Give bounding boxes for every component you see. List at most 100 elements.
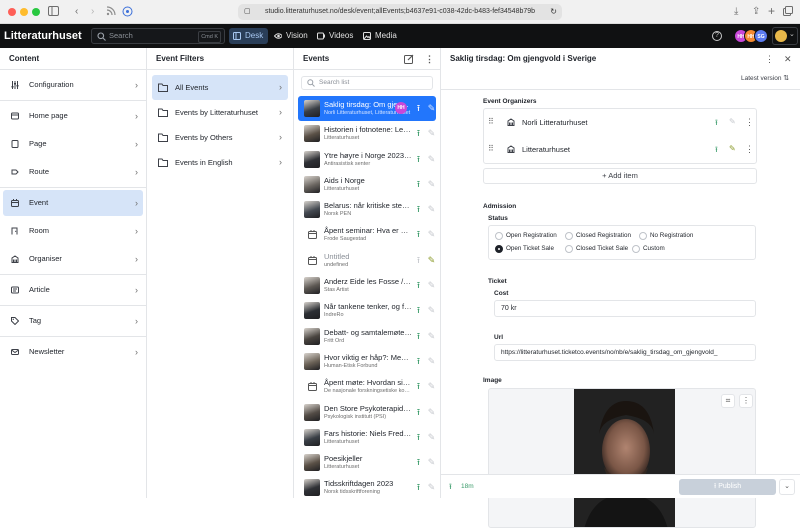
status-radio-option[interactable]: Custom	[632, 244, 665, 253]
user-menu-button[interactable]: ⌄	[772, 27, 798, 45]
content-item-route[interactable]: Route›	[3, 159, 143, 185]
search-list-placeholder: Search list	[319, 79, 349, 86]
content-item-label: Article	[29, 285, 50, 294]
filter-item[interactable]: Events by Litteraturhuset›	[152, 100, 288, 125]
share-icon[interactable]: ⇪	[752, 6, 760, 18]
status-radio-option[interactable]: Open Registration	[495, 231, 557, 240]
event-row[interactable]: Hvor viktig er håp?: Med Hilde HammerHum…	[298, 349, 436, 374]
divider	[0, 274, 146, 275]
organizer-row[interactable]: ⠿Norli Litteraturhuset⭱✎⋮	[484, 109, 756, 136]
ticket-label: Ticket	[488, 278, 507, 285]
more-icon[interactable]: ⋮	[765, 48, 774, 70]
drag-handle-icon[interactable]: ⠿	[488, 144, 494, 153]
sliders-icon	[11, 81, 19, 89]
status-radio-option[interactable]: Closed Registration	[565, 231, 631, 240]
sidebar-toggle-icon[interactable]	[48, 6, 59, 16]
more-icon[interactable]: ⋮	[745, 109, 754, 136]
version-selector[interactable]: Latest version ⇅	[741, 70, 789, 88]
close-icon[interactable]: ✕	[784, 48, 792, 70]
event-row[interactable]: Når tankene tenker, og følerIndreRo⭱✎	[298, 298, 436, 323]
content-item-event[interactable]: Event›	[3, 190, 143, 216]
filter-item[interactable]: All Events›	[152, 75, 288, 100]
minimize-window-button[interactable]	[20, 8, 28, 16]
download-icon[interactable]: ⤓	[734, 6, 738, 18]
tab-vision[interactable]: Vision	[270, 28, 310, 44]
reload-icon[interactable]: ↻	[550, 4, 557, 20]
event-row[interactable]: Saklig tirsdag: Om gjengvold i SverigeNo…	[298, 96, 436, 121]
event-title: Aids i Norge	[324, 176, 412, 185]
avatar[interactable]: SG	[754, 29, 768, 43]
zoom-window-button[interactable]	[32, 8, 40, 16]
tab-desk[interactable]: Desk	[229, 28, 268, 44]
content-item-article[interactable]: Article ›	[3, 277, 143, 303]
tab-videos[interactable]: Videos	[313, 28, 356, 44]
publish-menu-button[interactable]: ⌄	[779, 479, 795, 495]
edit-status-icon: ✎	[427, 432, 436, 442]
status-radio-option[interactable]: No Registration	[639, 231, 693, 240]
image-options-button[interactable]: ⋮	[739, 394, 753, 408]
back-icon[interactable]: ‹	[75, 6, 78, 18]
status-radio-option[interactable]: Open Ticket Sale	[495, 244, 554, 253]
vpn-extension-icon[interactable]	[122, 6, 133, 17]
event-row[interactable]: Belarus: når kritiske stemmer tierNorsk …	[298, 197, 436, 222]
event-row[interactable]: Ytre høyre i Norge 2023: TrusselbildeAnt…	[298, 147, 436, 172]
close-window-button[interactable]	[8, 8, 16, 16]
help-icon[interactable]: ?	[712, 31, 722, 41]
image-field[interactable]: ⌗ ⋮	[488, 388, 756, 528]
event-row[interactable]: Fars historie: Niels Fredrik DahlLittera…	[298, 425, 436, 450]
event-row[interactable]: Åpent møte: Hvordan sikre forskningsetik…	[298, 374, 436, 399]
event-subtitle: Fritt Ord	[324, 338, 412, 344]
global-search-input[interactable]: Search Cmd K	[91, 28, 225, 44]
content-item-page[interactable]: Page›	[3, 131, 143, 157]
event-row[interactable]: Tidsskriftdagen 2023Norsk tidsskriftfore…	[298, 475, 436, 500]
event-row[interactable]: PoesikjellerLitteraturhuset⭱✎	[298, 450, 436, 475]
event-row[interactable]: Åpent seminar: Hva er en by?Frode Sauges…	[298, 222, 436, 247]
cost-input[interactable]: 70 kr	[494, 300, 756, 317]
content-item-configuration[interactable]: Configuration›	[3, 72, 143, 98]
filter-item[interactable]: Events by Others›	[152, 125, 288, 150]
chevron-up-down-icon: ⇅	[783, 75, 789, 82]
admission-label: Admission	[483, 203, 516, 210]
publish-button[interactable]: ⭱ Publish	[679, 479, 776, 495]
events-search-input[interactable]: Search list	[301, 76, 433, 90]
more-icon[interactable]: ⋮	[745, 136, 754, 163]
event-row[interactable]: Den Store PsykoterapidebattenPsykologisk…	[298, 400, 436, 425]
crop-button[interactable]: ⌗	[721, 394, 735, 408]
forward-icon[interactable]: ›	[91, 6, 94, 18]
filter-item[interactable]: Events in English›	[152, 150, 288, 175]
drag-handle-icon[interactable]: ⠿	[488, 117, 494, 126]
url-input[interactable]: https://litteraturhuset.ticketco.events/…	[494, 344, 756, 361]
url-bar[interactable]: ▢ studio.litteraturhuset.no/desk/event;a…	[238, 4, 562, 20]
rss-icon[interactable]	[106, 6, 116, 16]
event-title: Anderz Eide les Fosse / Sessions	[324, 277, 412, 286]
new-tab-icon[interactable]: +	[768, 5, 775, 17]
tab-overview-icon[interactable]	[783, 6, 793, 16]
content-item-organiser[interactable]: Organiser›	[3, 246, 143, 272]
chevron-right-icon: ›	[135, 277, 138, 303]
event-row[interactable]: Untitledundefined⭱✎	[298, 248, 436, 273]
chevron-right-icon: ›	[279, 100, 282, 125]
compose-icon[interactable]	[404, 54, 414, 64]
event-row[interactable]: Anderz Eide les Fosse / SessionsStas Art…	[298, 273, 436, 298]
document-header: Saklig tirsdag: Om gjengvold i Sverige ⋮…	[441, 48, 800, 70]
content-item-newsletter[interactable]: Newsletter›	[3, 339, 143, 365]
edit-status-icon: ✎	[427, 356, 436, 366]
event-subtitle: Norsk PEN	[324, 211, 412, 217]
event-title: Historien i fotnotene: Leif Sverre Rosén	[324, 125, 412, 134]
brand-title[interactable]: Litteraturhuset	[4, 24, 82, 48]
event-row[interactable]: Historien i fotnotene: Leif Sverre Rosén…	[298, 121, 436, 146]
more-icon[interactable]: ⋮	[425, 48, 434, 70]
content-item-home-page[interactable]: Home page›	[3, 103, 143, 129]
content-item-tag[interactable]: Tag›	[3, 308, 143, 334]
add-item-button[interactable]: + Add item	[483, 168, 757, 184]
search-shortcut-badge: Cmd K	[198, 31, 221, 43]
status-radio-option[interactable]: Closed Ticket Sale	[565, 244, 628, 253]
tab-media[interactable]: Media	[359, 28, 401, 44]
event-row[interactable]: Aids i NorgeLitteraturhuset⭱✎	[298, 172, 436, 197]
published-status-icon: ⭱	[414, 432, 423, 442]
event-row[interactable]: Debatt- og samtalemøte om PalestinaFritt…	[298, 324, 436, 349]
organizer-row[interactable]: ⠿Litteraturhuset⭱✎⋮	[484, 136, 756, 163]
content-item-room[interactable]: Room›	[3, 218, 143, 244]
event-title: Ytre høyre i Norge 2023: Trusselbilde	[324, 151, 412, 160]
publish-label: Publish	[718, 483, 741, 490]
